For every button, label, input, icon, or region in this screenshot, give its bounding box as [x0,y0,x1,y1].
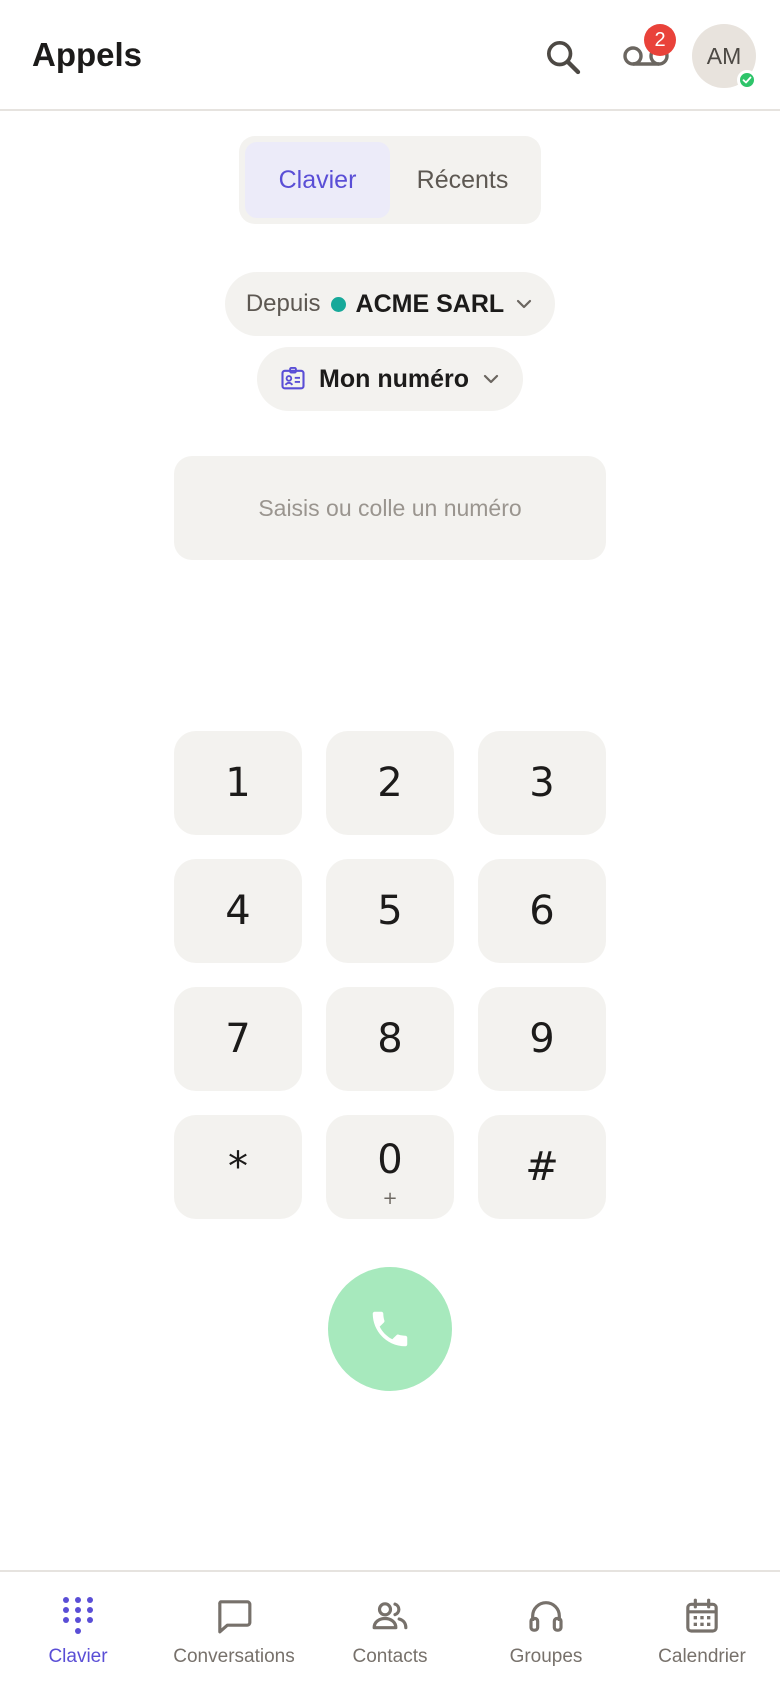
app-root: Appels 2 AM Clavier Récents Depuis ACME … [0,0,780,1688]
caller-number-selector[interactable]: Mon numéro [257,347,523,411]
nav-label: Conversations [173,1646,295,1667]
key-digit: # [525,1144,559,1190]
bottom-navigation: Clavier Conversations Contacts Groupes C… [0,1570,780,1688]
key-hash[interactable]: # [478,1115,606,1219]
number-label: Mon numéro [319,364,469,393]
key-6[interactable]: 6 [478,859,606,963]
company-status-dot [330,296,346,312]
key-digit: 6 [529,888,555,934]
key-0[interactable]: 0 + [326,1115,454,1219]
key-sub-label: + [382,1188,398,1209]
nav-label: Groupes [509,1646,583,1667]
key-digit: 5 [377,888,403,934]
nav-label: Contacts [352,1646,428,1667]
key-9[interactable]: 9 [478,987,606,1091]
key-digit: 2 [377,760,403,806]
tab-recents[interactable]: Récents [390,142,535,218]
phone-icon [372,1311,408,1347]
chat-bubble-icon [218,1600,252,1634]
calendar-icon [686,1598,718,1633]
key-digit: 9 [529,1016,555,1062]
phone-number-input[interactable] [174,456,606,560]
key-digit: 0 [377,1137,403,1183]
nav-item-groupes[interactable]: Groupes [468,1572,624,1688]
chevron-down-icon [483,374,499,384]
page-title: Appels [32,36,143,73]
dial-keypad: 1 2 3 4 5 6 7 8 9 * 0 + # [174,731,606,1219]
key-5[interactable]: 5 [326,859,454,963]
presence-status-icon [737,70,757,90]
key-star[interactable]: * [174,1115,302,1219]
key-8[interactable]: 8 [326,987,454,1091]
key-digit: 3 [529,760,555,806]
key-1[interactable]: 1 [174,731,302,835]
search-icon [547,41,581,75]
key-digit: 4 [225,888,251,934]
key-digit: * [228,1144,248,1190]
key-digit: 7 [225,1016,251,1062]
header: Appels 2 AM [0,0,780,111]
voicemail-count-badge: 2 [644,24,676,56]
headset-icon [529,1601,563,1632]
nav-item-conversations[interactable]: Conversations [156,1572,312,1688]
key-2[interactable]: 2 [326,731,454,835]
nav-item-calendrier[interactable]: Calendrier [624,1572,780,1688]
people-icon [372,1602,408,1630]
key-4[interactable]: 4 [174,859,302,963]
caller-company-selector[interactable]: Depuis ACME SARL [225,272,555,336]
search-button[interactable] [538,32,588,82]
nav-item-contacts[interactable]: Contacts [312,1572,468,1688]
dialpad-icon [63,1597,93,1634]
nav-label: Clavier [48,1646,108,1667]
company-name: ACME SARL [355,289,505,318]
key-digit: 1 [225,760,251,806]
tab-clavier[interactable]: Clavier [245,142,390,218]
from-label: Depuis [245,290,321,317]
key-digit: 8 [377,1016,403,1062]
view-tabs: Clavier Récents [239,136,541,224]
nav-label: Calendrier [658,1646,746,1667]
id-badge-icon [281,366,305,390]
nav-item-clavier[interactable]: Clavier [0,1572,156,1688]
key-7[interactable]: 7 [174,987,302,1091]
key-3[interactable]: 3 [478,731,606,835]
chevron-down-icon [517,299,532,309]
call-button[interactable] [328,1267,452,1391]
